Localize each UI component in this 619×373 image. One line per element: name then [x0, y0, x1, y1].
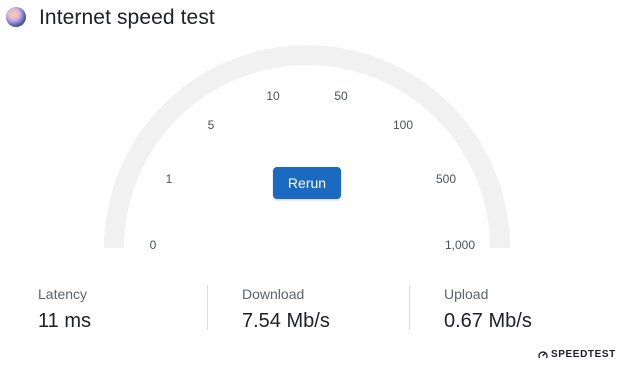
- gauge-tick-1000: 1,000: [444, 238, 476, 252]
- rerun-button[interactable]: Rerun: [273, 167, 341, 199]
- download-label: Download: [242, 286, 305, 302]
- upload-value: 0.67 Mb/s: [444, 310, 532, 332]
- speedtest-brand-label: SPEEDTEST: [551, 349, 616, 360]
- gauge-tick-10: 10: [266, 89, 280, 103]
- stat-divider: [409, 285, 410, 330]
- download-stat: Download 7.54 Mb/s: [242, 286, 330, 333]
- gauge-tick-100: 100: [392, 118, 414, 132]
- speedtest-brand[interactable]: SPEEDTEST: [538, 349, 616, 360]
- latency-stat: Latency 11 ms: [38, 286, 91, 333]
- gauge-tick-0: 0: [149, 238, 157, 252]
- speedtest-gauge-icon: [538, 350, 548, 358]
- upload-stat: Upload 0.67 Mb/s: [444, 286, 532, 333]
- gauge-tick-1: 1: [165, 172, 173, 186]
- gauge-tick-50: 50: [334, 89, 348, 103]
- gauge-tick-5: 5: [207, 118, 215, 132]
- latency-value: 11 ms: [38, 310, 91, 332]
- gauge-track: [104, 45, 510, 249]
- gauge-tick-500: 500: [435, 172, 457, 186]
- latency-label: Latency: [38, 286, 88, 302]
- upload-label: Upload: [444, 286, 489, 302]
- stat-divider: [207, 285, 208, 330]
- download-value: 7.54 Mb/s: [242, 310, 330, 332]
